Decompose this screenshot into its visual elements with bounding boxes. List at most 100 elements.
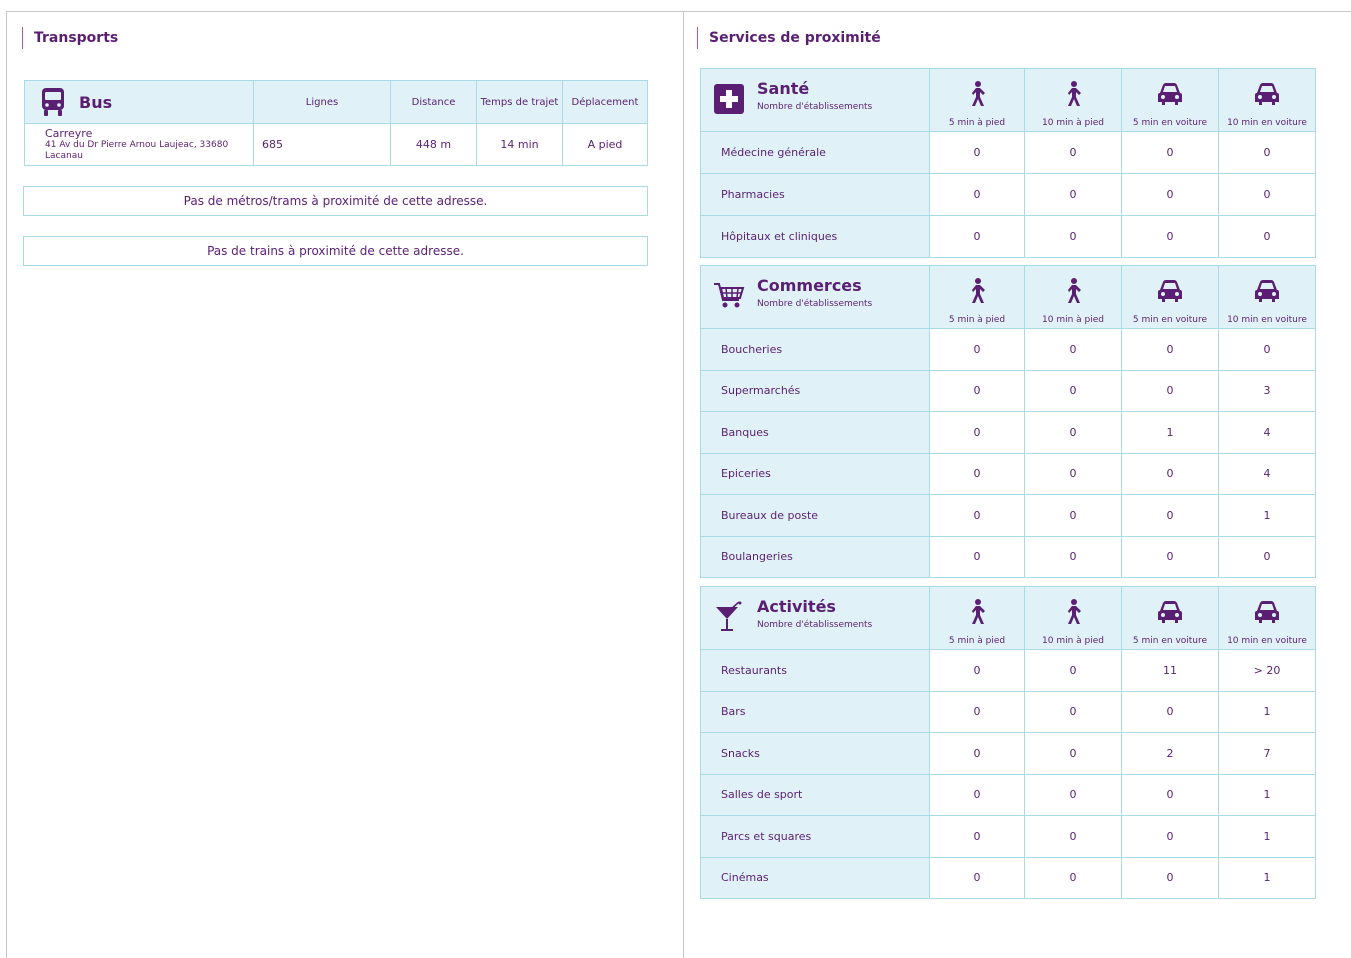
activites-column-header: 5 min en voiture: [1121, 587, 1218, 649]
table-row: Boucheries 0 0 0 0: [701, 328, 1315, 370]
activites-column-header: 10 min à pied: [1024, 587, 1121, 649]
page-frame-top: [6, 11, 1351, 12]
activites-title-block: Activités Nombre d'établissements: [713, 597, 872, 633]
column-label: 10 min en voiture: [1227, 636, 1307, 646]
row-label: Parcs et squares: [701, 816, 929, 857]
transports-title: Transports: [22, 27, 118, 49]
table-row: Epiceries 0 0 0 4: [701, 452, 1315, 494]
bus-icon: [42, 88, 64, 116]
row-value: 0: [1121, 329, 1218, 370]
row-value: 0: [1024, 453, 1121, 494]
cocktail-glass-icon: [713, 601, 745, 633]
column-label: 10 min à pied: [1042, 315, 1104, 325]
header-temps-de-trajet: Temps de trajet: [476, 81, 562, 123]
sante-header: Santé Nombre d'établissements 5 min à pied…: [701, 69, 1315, 131]
row-label: Médecine générale: [701, 132, 929, 173]
row-value: 0: [1121, 536, 1218, 577]
walk-icon: [963, 598, 991, 636]
row-label: Bars: [701, 691, 929, 732]
column-label: 10 min à pied: [1042, 118, 1104, 128]
row-value: 1: [1121, 412, 1218, 453]
bus-stop-info: Carreyre 41 Av du Dr Pierre Arnou Laujea…: [25, 124, 253, 165]
activites-subtitle: Nombre d'établissements: [757, 620, 873, 630]
row-value: 1: [1218, 495, 1315, 536]
column-label: 5 min à pied: [948, 636, 1006, 646]
commerces-subtitle: Nombre d'établissements: [757, 299, 873, 309]
table-row: Pharmacies 0 0 0 0: [701, 173, 1315, 215]
car-icon: [1253, 598, 1281, 636]
commerces-title-block: Commerces Nombre d'établissements: [713, 276, 872, 312]
bus-stop-row: Carreyre 41 Av du Dr Pierre Arnou Laujea…: [25, 123, 647, 165]
bus-header-label: Bus: [39, 81, 253, 123]
row-value: 0: [1218, 329, 1315, 370]
row-value: 0: [929, 650, 1024, 691]
commerces-table: Commerces Nombre d'établissements 5 min à …: [700, 265, 1316, 578]
column-label: 5 min à pied: [948, 315, 1006, 325]
bus-label: Bus: [79, 92, 113, 112]
row-value: 0: [1218, 132, 1315, 173]
row-value: 0: [929, 370, 1024, 411]
bus-travel-time: 14 min: [476, 124, 562, 165]
walk-icon: [963, 80, 991, 118]
row-label: Banques: [701, 412, 929, 453]
row-value: 0: [1121, 816, 1218, 857]
walk-icon: [1059, 277, 1087, 315]
table-row: Restaurants 0 0 11 > 20: [701, 649, 1315, 691]
row-value: 0: [1121, 370, 1218, 411]
row-value: 0: [929, 453, 1024, 494]
walk-icon: [963, 277, 991, 315]
header-distance: Distance: [390, 81, 476, 123]
table-row: Hôpitaux et cliniques 0 0 0 0: [701, 215, 1315, 257]
row-value: 0: [1024, 216, 1121, 257]
column-label: 5 min en voiture: [1132, 636, 1208, 646]
sante-column-header: 10 min à pied: [1024, 69, 1121, 131]
health-cross-icon: [713, 83, 745, 115]
row-label: Restaurants: [701, 650, 929, 691]
row-label: Pharmacies: [701, 174, 929, 215]
sante-column-header: 5 min en voiture: [1121, 69, 1218, 131]
bus-distance: 448 m: [390, 124, 476, 165]
header-lignes: Lignes: [253, 81, 390, 123]
commerces-column-header: 10 min à pied: [1024, 266, 1121, 328]
commerces-header: Commerces Nombre d'établissements 5 min à …: [701, 266, 1315, 328]
page-frame-left: [6, 12, 7, 958]
walk-icon: [1059, 80, 1087, 118]
table-row: Bars 0 0 0 1: [701, 690, 1315, 732]
row-value: 0: [929, 495, 1024, 536]
row-value: 0: [1024, 650, 1121, 691]
bus-line-number: 685: [253, 124, 390, 165]
row-label: Cinémas: [701, 857, 929, 898]
table-row: Banques 0 0 1 4: [701, 411, 1315, 453]
row-value: 1: [1218, 857, 1315, 898]
train-notice: Pas de trains à proximité de cette adres…: [23, 236, 648, 266]
row-label: Boulangeries: [701, 536, 929, 577]
row-value: 0: [1024, 733, 1121, 774]
row-value: 0: [1024, 536, 1121, 577]
car-icon: [1253, 80, 1281, 118]
row-value: 0: [1024, 132, 1121, 173]
commerces-column-header: 10 min en voiture: [1218, 266, 1315, 328]
table-row: Supermarchés 0 0 0 3: [701, 369, 1315, 411]
row-value: > 20: [1218, 650, 1315, 691]
row-value: 0: [1024, 495, 1121, 536]
row-value: 11: [1121, 650, 1218, 691]
car-icon: [1156, 80, 1184, 118]
row-value: 0: [1121, 691, 1218, 732]
table-row: Médecine générale 0 0 0 0: [701, 131, 1315, 173]
row-value: 0: [929, 174, 1024, 215]
row-value: 0: [1218, 216, 1315, 257]
sante-column-header: 5 min à pied: [929, 69, 1024, 131]
row-value: 2: [1121, 733, 1218, 774]
row-value: 0: [1121, 857, 1218, 898]
metro-notice: Pas de métros/trams à proximité de cette…: [23, 186, 648, 216]
row-value: 0: [1218, 536, 1315, 577]
row-value: 0: [1024, 691, 1121, 732]
sante-subtitle: Nombre d'établissements: [757, 102, 873, 112]
row-value: 0: [1024, 329, 1121, 370]
table-row: Boulangeries 0 0 0 0: [701, 535, 1315, 577]
row-value: 0: [929, 412, 1024, 453]
row-value: 0: [1218, 174, 1315, 215]
column-label: 5 min en voiture: [1132, 315, 1208, 325]
row-value: 3: [1218, 370, 1315, 411]
row-value: 0: [1024, 816, 1121, 857]
